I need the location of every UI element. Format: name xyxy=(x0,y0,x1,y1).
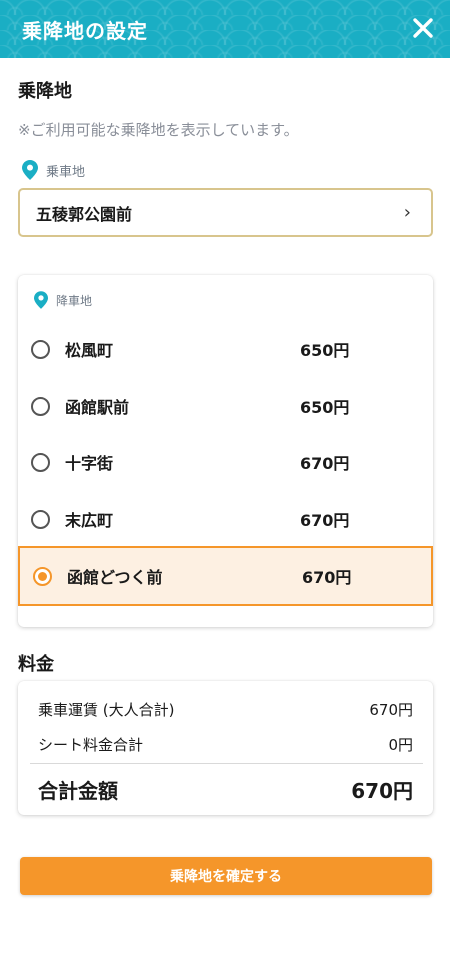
map-pin-icon xyxy=(22,160,38,180)
page-title: 乗降地の設定 xyxy=(22,19,148,43)
stop-price: 650円 xyxy=(300,398,350,417)
seat-fare-label: シート料金合計 xyxy=(38,736,144,754)
radio-button[interactable] xyxy=(31,339,50,359)
alighting-option[interactable]: 末広町 670円 xyxy=(18,491,433,547)
alighting-option-selected[interactable]: 函館どつく前 670円 xyxy=(18,546,433,606)
stop-price: 670円 xyxy=(300,454,350,473)
stop-name: 函館どつく前 xyxy=(67,568,163,587)
seat-fare-value: 0円 xyxy=(388,736,413,754)
divider xyxy=(30,763,423,764)
radio-button[interactable] xyxy=(31,452,50,472)
confirm-button[interactable]: 乗降地を確定する xyxy=(20,857,432,895)
fare-card: 乗車運賃 (大人合計) 670円 シート料金合計 0円 合計金額 670円 xyxy=(18,681,433,815)
stop-name: 十字街 xyxy=(65,454,114,473)
header-bar: 乗降地の設定 xyxy=(0,0,450,58)
board-label-text: 乗車地 xyxy=(46,164,86,180)
seat-fare-row: シート料金合計 0円 xyxy=(38,734,413,755)
section-title-boarding: 乗降地 xyxy=(18,81,72,102)
total-row: 合計金額 670円 xyxy=(38,775,413,804)
map-pin-icon xyxy=(34,291,48,309)
alighting-option[interactable]: 松風町 650円 xyxy=(18,321,433,377)
stop-price: 670円 xyxy=(302,568,352,587)
board-label: 乗車地 xyxy=(22,160,85,180)
alight-label-text: 降車地 xyxy=(56,293,93,308)
chevron-right-icon: › xyxy=(403,202,411,223)
alight-label: 降車地 xyxy=(34,291,92,309)
stop-name: 松風町 xyxy=(65,341,114,360)
section-title-fare: 料金 xyxy=(18,654,54,675)
alighting-option[interactable]: 十字街 670円 xyxy=(18,434,433,490)
stop-price: 670円 xyxy=(300,511,350,530)
availability-note: ※ご利用可能な乗降地を表示しています。 xyxy=(18,121,299,139)
close-icon xyxy=(413,18,433,38)
fare-label: 乗車運賃 (大人合計) xyxy=(38,701,175,719)
stop-name: 函館駅前 xyxy=(65,398,130,417)
total-label: 合計金額 xyxy=(38,779,118,803)
total-value: 670円 xyxy=(351,779,413,803)
radio-button[interactable] xyxy=(31,396,50,416)
radio-button-selected[interactable] xyxy=(33,566,52,586)
boarding-point-select[interactable]: 五稜郭公園前 › xyxy=(18,188,433,237)
fare-row: 乗車運賃 (大人合計) 670円 xyxy=(38,699,413,720)
alighting-card: 降車地 松風町 650円 函館駅前 650円 十字街 670円 末広町 670円… xyxy=(18,275,433,627)
boarding-point-value: 五稜郭公園前 xyxy=(36,204,133,224)
alighting-option[interactable]: 函館駅前 650円 xyxy=(18,378,433,434)
radio-button[interactable] xyxy=(31,509,50,529)
stop-name: 末広町 xyxy=(65,511,114,530)
stop-price: 650円 xyxy=(300,341,350,360)
close-button[interactable] xyxy=(408,13,438,43)
fare-value: 670円 xyxy=(369,701,413,719)
